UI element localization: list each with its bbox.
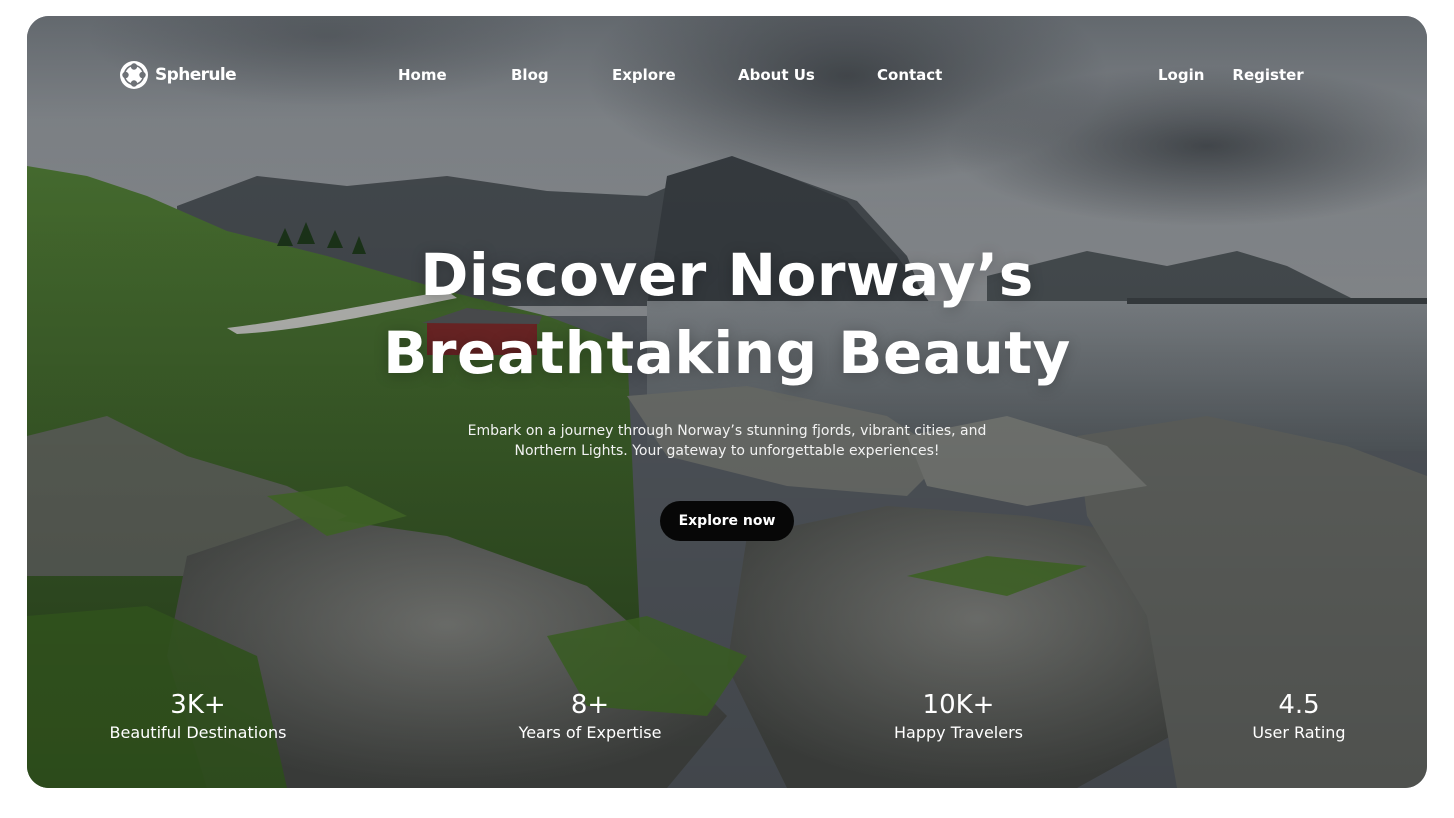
main-nav-links: Home Blog Explore About Us Contact: [398, 64, 967, 86]
hero-section: Spherule Home Blog Explore About Us Cont…: [27, 16, 1427, 788]
stat-destinations: 3K+ Beautiful Destinations: [97, 688, 299, 744]
stat-label: Years of Expertise: [518, 723, 662, 742]
nav-link-about-us[interactable]: About Us: [738, 64, 877, 86]
stat-value: 4.5: [1278, 690, 1320, 720]
stat-value: 3K+: [170, 690, 226, 720]
explore-now-button[interactable]: Explore now: [660, 501, 794, 541]
hero-content: Discover Norway’s Breathtaking Beauty Em…: [27, 236, 1427, 541]
login-link[interactable]: Login: [1158, 64, 1204, 86]
brand-name: Spherule: [155, 65, 237, 85]
hero-subtitle: Embark on a journey through Norway’s stu…: [447, 421, 1007, 461]
stat-value: 10K+: [922, 690, 995, 720]
top-navbar: Spherule Home Blog Explore About Us Cont…: [27, 16, 1427, 132]
nav-link-contact[interactable]: Contact: [877, 64, 967, 86]
hero-title-line-2: Breathtaking Beauty: [383, 319, 1071, 387]
stat-label: Beautiful Destinations: [109, 723, 287, 742]
stat-value: 8+: [570, 690, 610, 720]
hero-subtitle-line-2: Northern Lights. Your gateway to unforge…: [514, 443, 940, 459]
stat-label: User Rating: [1252, 723, 1346, 742]
register-link[interactable]: Register: [1232, 64, 1303, 86]
nav-link-blog[interactable]: Blog: [511, 64, 612, 86]
nav-link-explore[interactable]: Explore: [612, 64, 738, 86]
hero-title-line-1: Discover Norway’s: [420, 241, 1034, 309]
stat-expertise: 8+ Years of Expertise: [500, 688, 680, 744]
stat-label: Happy Travelers: [893, 723, 1024, 742]
nav-link-home[interactable]: Home: [398, 64, 511, 86]
hero-subtitle-line-1: Embark on a journey through Norway’s stu…: [467, 423, 987, 439]
hero-title: Discover Norway’s Breathtaking Beauty: [27, 236, 1427, 392]
stat-rating: 4.5 User Rating: [1239, 688, 1359, 744]
stat-travelers: 10K+ Happy Travelers: [878, 688, 1039, 744]
auth-links: Login Register: [1158, 64, 1304, 86]
brand-logo[interactable]: Spherule: [119, 59, 237, 91]
sphere-logo-icon: [120, 61, 148, 89]
